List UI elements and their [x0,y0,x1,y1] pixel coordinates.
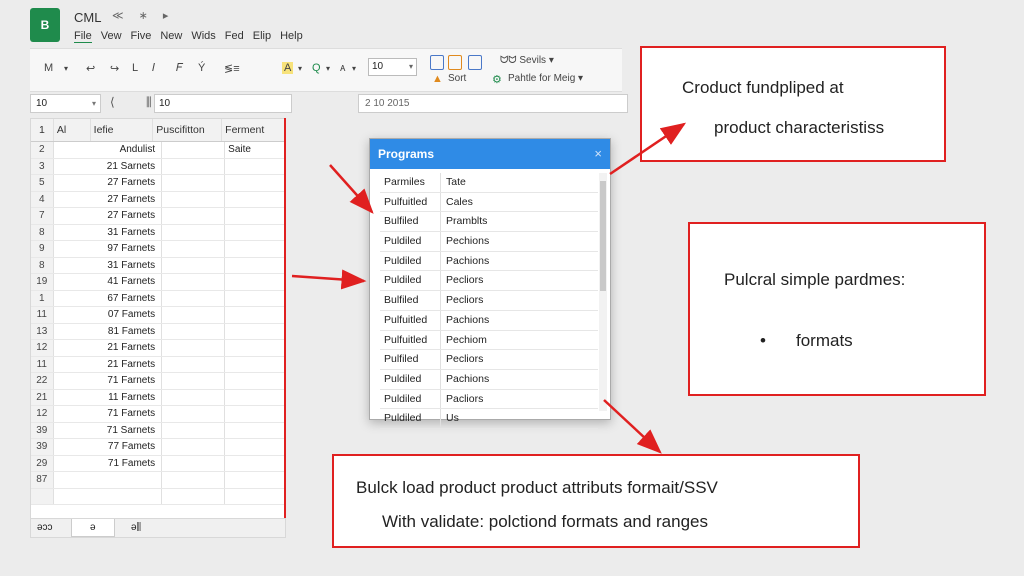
arrow-to-dialog-top [329,164,374,214]
arrow-to-top-callout [609,122,687,176]
arrow-to-bottom-callout [603,399,662,454]
annotation-arrows [291,122,687,454]
arrow-to-dialog [291,269,367,290]
